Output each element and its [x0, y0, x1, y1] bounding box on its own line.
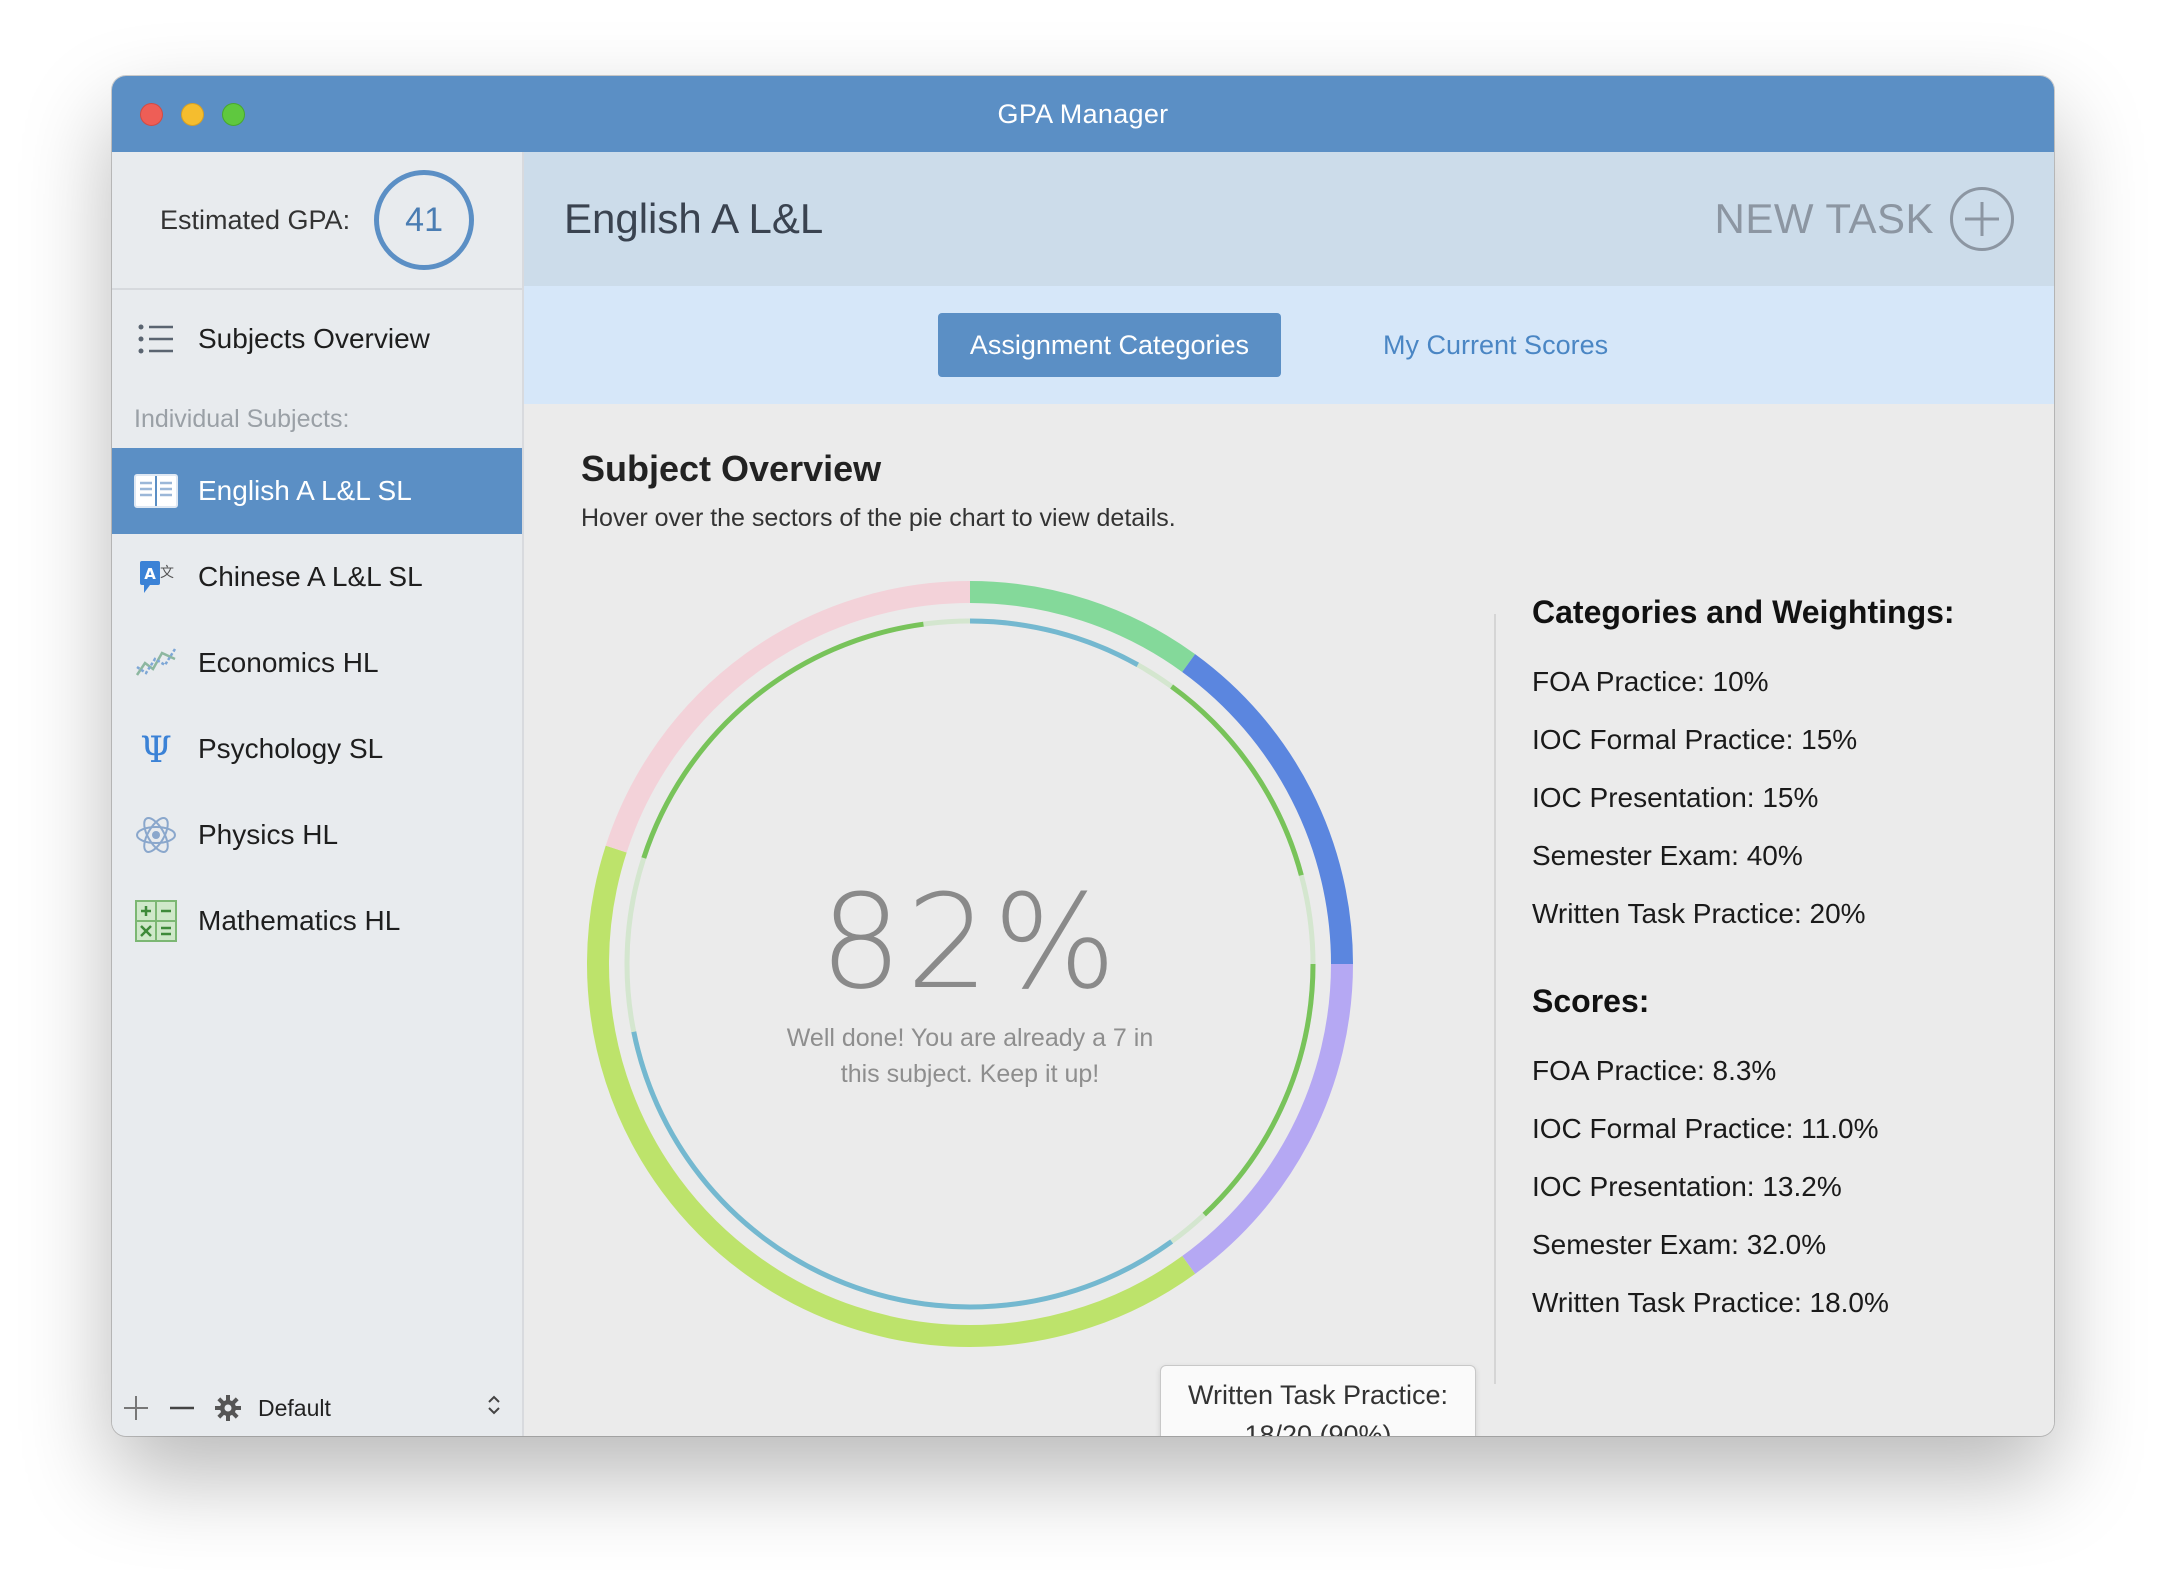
sidebar-item-label: Psychology SL: [198, 733, 384, 764]
gpa-value: 41: [405, 200, 443, 239]
sidebar-item-chinese[interactable]: A 文 Chinese A L&L SL: [112, 534, 522, 620]
svg-text:A: A: [144, 565, 156, 583]
sidebar-item-label: Subjects Overview: [198, 323, 430, 354]
scores-heading: Scores:: [1532, 983, 1650, 1019]
main-panel: English A L&L NEW TASK Assignment Catego…: [524, 152, 2054, 1436]
overview-title: Subject Overview: [581, 448, 882, 489]
tab-bar: Assignment Categories My Current Scores: [524, 286, 2054, 404]
score-row: IOC Formal Practice: 11.0%: [1532, 1113, 1879, 1144]
sidebar-item-mathematics[interactable]: Mathematics HL: [112, 878, 522, 964]
sidebar-item-english[interactable]: English A L&L SL: [112, 448, 522, 534]
app-window: GPA Manager Estimated GPA: 41 Subjects O…: [112, 76, 2054, 1436]
sidebar-item-label: English A L&L SL: [198, 475, 412, 506]
categories-heading: Categories and Weightings:: [1532, 594, 1955, 630]
estimated-gpa: Estimated GPA: 41: [112, 152, 522, 290]
profile-name: Default: [258, 1394, 331, 1421]
tab-my-current-scores[interactable]: My Current Scores: [1351, 313, 1640, 377]
tooltip-line-2: 18/20 (90%): [1244, 1420, 1392, 1436]
pie-chart[interactable]: 82% Well done! You are already a 7 in th…: [580, 574, 1476, 1436]
profile-selector[interactable]: Default: [258, 1393, 522, 1423]
category-row: Written Task Practice: 20%: [1532, 898, 1866, 929]
remove-subject-button[interactable]: [166, 1392, 198, 1424]
category-row: IOC Presentation: 15%: [1532, 782, 1819, 813]
category-row: IOC Formal Practice: 15%: [1532, 724, 1858, 755]
gpa-label: Estimated GPA:: [160, 204, 351, 235]
minimize-window-button[interactable]: [181, 103, 204, 126]
sidebar-footer: Default: [112, 1380, 522, 1436]
new-task-button[interactable]: NEW TASK: [1715, 187, 2014, 251]
weightings-panel: Categories and Weightings: FOA Practice:…: [1532, 594, 1955, 1332]
center-message: Well done! You are already a 7 in this s…: [786, 1024, 1154, 1088]
individual-subjects-label: Individual Subjects:: [134, 404, 350, 433]
sidebar-item-label: Mathematics HL: [198, 905, 401, 936]
translate-icon: A 文: [134, 555, 178, 599]
vertical-divider: [1494, 614, 1496, 1384]
sidebar-item-subjects-overview[interactable]: Subjects Overview: [112, 296, 522, 382]
chevron-up-down-icon: [486, 1393, 502, 1423]
psi-icon: Ψ: [134, 727, 178, 771]
window-controls: [140, 103, 245, 126]
open-book-icon: [134, 469, 178, 513]
sidebar-item-physics[interactable]: Physics HL: [112, 792, 522, 878]
title-bar: GPA Manager: [112, 76, 2054, 152]
plus-circle-icon: [1950, 187, 2014, 251]
weight-sector-foa-practice[interactable]: [969, 581, 1196, 672]
score-row: Semester Exam: 32.0%: [1532, 1229, 1827, 1260]
sidebar: Estimated GPA: 41 Subjects Overview Indi…: [112, 152, 524, 1436]
score-track-written-task-practice[interactable]: [641, 618, 971, 859]
score-row: IOC Presentation: 13.2%: [1532, 1171, 1842, 1202]
maximize-window-button[interactable]: [222, 103, 245, 126]
sidebar-item-label: Physics HL: [198, 819, 339, 850]
chart-tooltip: Written Task Practice: 18/20 (90%): [1160, 1365, 1476, 1436]
center-percent: 82%: [819, 866, 1121, 1018]
gpa-ring: 41: [374, 170, 475, 270]
math-operators-icon: [134, 899, 178, 943]
add-subject-button[interactable]: [120, 1392, 152, 1424]
sidebar-item-label: Chinese A L&L SL: [198, 561, 423, 592]
gear-icon[interactable]: [212, 1392, 244, 1424]
list-icon: [134, 317, 178, 361]
subject-overview-panel: Subject Overview Hover over the sectors …: [524, 404, 2054, 1436]
subject-title: English A L&L: [564, 195, 824, 242]
tab-assignment-categories[interactable]: Assignment Categories: [937, 313, 1282, 377]
category-row: FOA Practice: 10%: [1532, 666, 1769, 697]
line-chart-icon: [134, 641, 178, 685]
sidebar-item-label: Economics HL: [198, 647, 379, 678]
weight-sector-written-task-practice[interactable]: [605, 581, 971, 853]
sidebar-item-economics[interactable]: Economics HL: [112, 620, 522, 706]
svg-text:文: 文: [160, 565, 174, 581]
new-task-label: NEW TASK: [1714, 195, 1934, 242]
subject-header: English A L&L NEW TASK: [524, 152, 2054, 286]
score-row: Written Task Practice: 18.0%: [1532, 1287, 1889, 1318]
svg-text:Ψ: Ψ: [140, 730, 172, 769]
close-window-button[interactable]: [140, 103, 163, 126]
tooltip-line-1: Written Task Practice:: [1187, 1380, 1449, 1410]
overview-subtitle: Hover over the sectors of the pie chart …: [581, 504, 1176, 532]
sidebar-item-psychology[interactable]: Ψ Psychology SL: [112, 706, 522, 792]
score-row: FOA Practice: 8.3%: [1532, 1055, 1777, 1086]
window-title: GPA Manager: [997, 98, 1169, 129]
atom-icon: [134, 813, 178, 857]
category-row: Semester Exam: 40%: [1532, 840, 1803, 871]
